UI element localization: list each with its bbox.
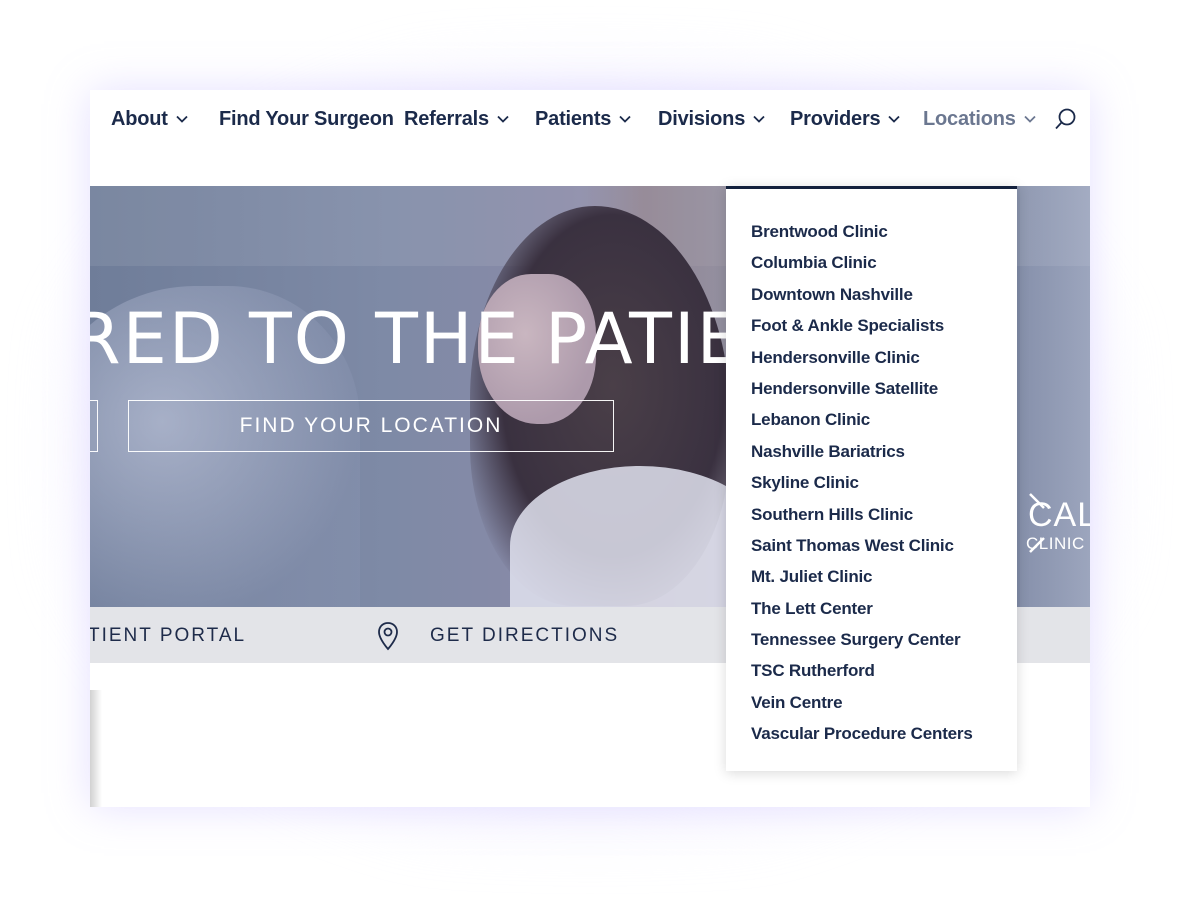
dropdown-item-location[interactable]: Foot & Ankle Specialists: [726, 310, 1017, 341]
dropdown-item-location[interactable]: Tennessee Surgery Center: [726, 624, 1017, 655]
dropdown-item-location[interactable]: Downtown Nashville: [726, 279, 1017, 310]
nav-item-label: Patients: [535, 107, 612, 130]
clinic-logo: CAL CLINIC: [1010, 486, 1090, 566]
dropdown-item-location[interactable]: Lebanon Clinic: [726, 404, 1017, 435]
chevron-down-icon: [619, 115, 631, 123]
dropdown-item-location[interactable]: Vascular Procedure Centers: [726, 718, 1017, 749]
dropdown-item-location[interactable]: Skyline Clinic: [726, 467, 1017, 498]
dropdown-item-location[interactable]: Brentwood Clinic: [726, 216, 1017, 247]
page-edge-shadow: [90, 690, 102, 807]
nav-item-label: Find Your Surgeon: [219, 107, 394, 130]
main-nav: About Find Your Surgeon Referrals Patien…: [90, 90, 1090, 186]
map-pin-icon: [378, 622, 398, 651]
chevron-down-icon: [888, 115, 901, 123]
dropdown-item-location[interactable]: TSC Rutherford: [726, 655, 1017, 686]
nav-item-divisions[interactable]: Divisions: [658, 106, 765, 132]
dropdown-item-location[interactable]: Southern Hills Clinic: [726, 499, 1017, 530]
dropdown-item-location[interactable]: Mt. Juliet Clinic: [726, 561, 1017, 592]
nav-item-label: Locations: [923, 107, 1016, 130]
logo-text: CAL: [1028, 496, 1090, 534]
dropdown-item-location[interactable]: Columbia Clinic: [726, 247, 1017, 278]
dropdown-item-location[interactable]: Saint Thomas West Clinic: [726, 530, 1017, 561]
find-location-button[interactable]: FIND YOUR LOCATION: [128, 400, 614, 452]
chevron-down-icon: [176, 115, 188, 123]
nav-item-referrals[interactable]: Referrals: [404, 106, 509, 132]
locations-dropdown: Brentwood Clinic Columbia Clinic Downtown …: [726, 186, 1017, 771]
dropdown-item-location[interactable]: The Lett Center: [726, 593, 1017, 624]
dropdown-item-location[interactable]: Hendersonville Clinic: [726, 342, 1017, 373]
nav-item-label: Referrals: [404, 107, 489, 130]
nav-item-locations[interactable]: Locations: [923, 106, 1036, 132]
dropdown-item-location[interactable]: Hendersonville Satellite: [726, 373, 1017, 404]
nav-item-about[interactable]: About: [111, 106, 188, 132]
logo-subtext: CLINIC: [1026, 534, 1085, 553]
dropdown-item-location[interactable]: Vein Centre: [726, 687, 1017, 718]
nav-item-label: Providers: [790, 107, 881, 130]
patient-portal-link[interactable]: TIENT PORTAL: [90, 625, 246, 647]
dropdown-item-location[interactable]: Nashville Bariatrics: [726, 436, 1017, 467]
nav-item-providers[interactable]: Providers: [790, 106, 901, 132]
get-directions-link[interactable]: GET DIRECTIONS: [430, 625, 619, 647]
search-icon[interactable]: [1054, 107, 1078, 131]
chevron-down-icon: [497, 115, 509, 123]
nav-item-label: About: [111, 107, 168, 130]
hero-secondary-button[interactable]: [90, 400, 98, 452]
nav-item-find-your-surgeon[interactable]: Find Your Surgeon: [219, 106, 394, 132]
chevron-down-icon: [753, 115, 765, 123]
nav-item-label: Divisions: [658, 107, 746, 130]
chevron-down-icon: [1024, 115, 1036, 123]
nav-item-patients[interactable]: Patients: [535, 106, 631, 132]
browser-frame: About Find Your Surgeon Referrals Patien…: [90, 90, 1090, 807]
